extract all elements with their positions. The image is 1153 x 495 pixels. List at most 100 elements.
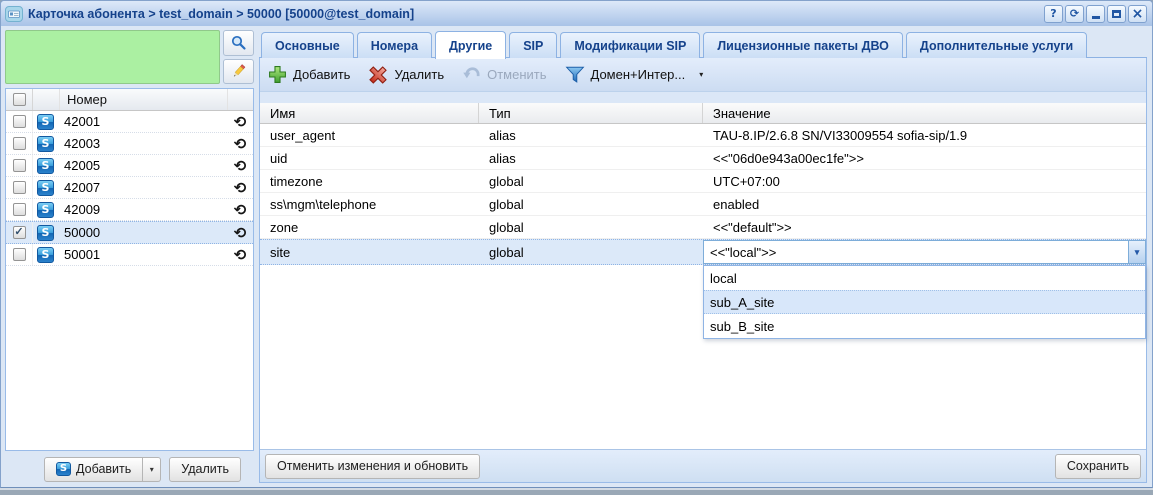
column-header-type[interactable]: Тип — [479, 103, 703, 123]
help-button[interactable]: ? — [1044, 5, 1063, 23]
toolbar-add-button[interactable]: Добавить — [268, 65, 350, 84]
add-subscriber-menu-arrow[interactable]: ▾ — [143, 457, 161, 482]
subscriber-checkbox[interactable] — [13, 159, 26, 172]
combobox-dropdown-trigger[interactable]: ▾ — [1128, 241, 1145, 263]
delete-subscriber-button[interactable]: Удалить — [169, 457, 241, 482]
subscriber-list-header[interactable]: Номер — [6, 89, 253, 111]
dropdown-option-sub_B_site[interactable]: sub_B_site — [704, 314, 1145, 338]
combobox-value: <<"local">> — [704, 245, 1128, 260]
site-dropdown: localsub_A_sitesub_B_site — [703, 265, 1146, 339]
property-row[interactable]: user_agentaliasTAU-8.IP/2.6.8 SN/VI33009… — [260, 124, 1146, 147]
history-icon[interactable]: ⟲ — [227, 113, 253, 131]
maximize-button[interactable] — [1107, 5, 1126, 23]
history-icon[interactable]: ⟲ — [227, 246, 253, 264]
panel-footer: Отменить изменения и обновить Сохранить — [260, 449, 1146, 482]
tab-Дополнительные услуги[interactable]: Дополнительные услуги — [906, 32, 1087, 58]
history-icon[interactable]: ⟲ — [227, 224, 253, 242]
pencil-icon — [230, 63, 247, 80]
window-titlebar[interactable]: Карточка абонента > test_domain > 50000 … — [1, 1, 1152, 26]
filter-menu-arrow-icon[interactable]: ▾ — [699, 70, 703, 79]
save-button[interactable]: Сохранить — [1055, 454, 1141, 479]
subscriber-checkbox-cell — [6, 177, 33, 198]
subscriber-row[interactable]: S50001⟲ — [6, 244, 253, 266]
window-icon — [5, 6, 23, 22]
search-icon — [230, 34, 247, 51]
property-row[interactable]: uidalias<<"06d0e943a00ec1fe">> — [260, 147, 1146, 170]
screen: Карточка абонента > test_domain > 50000 … — [0, 0, 1153, 495]
property-name: zone — [260, 216, 479, 238]
history-column-header — [227, 89, 253, 110]
select-all-checkbox[interactable] — [13, 93, 26, 106]
minimize-icon — [1092, 16, 1100, 19]
property-value: <<"default">> — [703, 216, 1146, 238]
column-header-value[interactable]: Значение — [703, 103, 1146, 123]
dropdown-option-local[interactable]: local — [704, 266, 1145, 290]
subscriber-checkbox[interactable] — [13, 248, 26, 261]
subscriber-number: 42003 — [64, 136, 100, 151]
subscriber-row[interactable]: S 42001 ⟲ — [6, 111, 253, 133]
tab-Основные[interactable]: Основные — [261, 32, 354, 58]
cancel-changes-button[interactable]: Отменить изменения и обновить — [265, 454, 480, 479]
property-type: global — [479, 240, 703, 264]
subscriber-checkbox[interactable]: ✓ — [13, 226, 26, 239]
close-button[interactable]: × — [1128, 5, 1147, 23]
search-button[interactable] — [223, 30, 254, 56]
domain-search-box[interactable] — [5, 30, 220, 84]
sip-subscriber-icon: S — [37, 114, 54, 130]
subscriber-row[interactable]: S42009⟲ — [6, 199, 253, 221]
tab-Другие[interactable]: Другие — [435, 31, 506, 59]
toolbar-delete-button[interactable]: Удалить — [368, 65, 444, 85]
sip-subscriber-icon: S — [56, 462, 71, 476]
toolbar-spacer — [260, 92, 1146, 103]
cancel-changes-label: Отменить изменения и обновить — [277, 459, 468, 473]
property-row[interactable]: timezoneglobalUTC+07:00 — [260, 170, 1146, 193]
value-combobox[interactable]: <<"local">> ▾ — [703, 240, 1146, 264]
property-type: alias — [479, 124, 703, 146]
subscriber-checkbox[interactable] — [13, 181, 26, 194]
column-header-name[interactable]: Имя — [260, 103, 479, 123]
page-behind-strip — [0, 487, 1153, 495]
sip-subscriber-icon: S — [37, 225, 54, 241]
subscriber-row[interactable]: S42003⟲ — [6, 133, 253, 155]
property-row[interactable]: zoneglobal<<"default">> — [260, 216, 1146, 239]
tab-SIP[interactable]: SIP — [509, 32, 557, 58]
subscriber-row[interactable]: ✓S50000⟲ — [6, 221, 253, 244]
grid-header[interactable]: Имя Тип Значение — [260, 103, 1146, 124]
history-icon[interactable]: ⟲ — [227, 135, 253, 153]
close-icon: × — [1132, 7, 1144, 21]
subscriber-row[interactable]: S42005⟲ — [6, 155, 253, 177]
window-title: Карточка абонента > test_domain > 50000 … — [28, 7, 414, 21]
toolbar-filter-button[interactable]: Домен+Интер... ▾ — [565, 65, 704, 84]
property-row[interactable]: siteglobal<<"local">> ▾ — [260, 239, 1146, 265]
history-icon[interactable]: ⟲ — [227, 157, 253, 175]
chevron-down-icon: ▾ — [1135, 247, 1140, 258]
subscriber-checkbox[interactable] — [13, 115, 26, 128]
history-icon[interactable]: ⟲ — [227, 201, 253, 219]
toolbar-cancel-label: Отменить — [487, 67, 546, 82]
toolbar-filter-label: Домен+Интер... — [591, 67, 686, 82]
subscriber-checkbox[interactable] — [13, 137, 26, 150]
refresh-button[interactable]: ⟳ — [1065, 5, 1084, 23]
subscriber-list: Номер S42001⟲S42003⟲S42005⟲S42007⟲S42009… — [5, 88, 254, 451]
history-icon[interactable]: ⟲ — [227, 179, 253, 197]
property-name: site — [260, 240, 479, 264]
number-column-header[interactable]: Номер — [60, 92, 227, 107]
property-row[interactable]: ss\mgm\telephoneglobalenabled — [260, 193, 1146, 216]
add-subscriber-button[interactable]: S Добавить — [44, 457, 143, 482]
subscriber-row[interactable]: S42007⟲ — [6, 177, 253, 199]
tab-Лицензионные пакеты ДВО[interactable]: Лицензионные пакеты ДВО — [703, 32, 903, 58]
refresh-icon: ⟳ — [1070, 7, 1079, 20]
tab-Модификации SIP[interactable]: Модификации SIP — [560, 32, 700, 58]
properties-toolbar: Добавить Удалить — [260, 58, 1146, 92]
minimize-button[interactable] — [1086, 5, 1105, 23]
edit-button[interactable] — [223, 59, 254, 85]
search-area-buttons — [223, 30, 254, 84]
tab-Номера[interactable]: Номера — [357, 32, 432, 58]
subscriber-number: 42001 — [64, 114, 100, 129]
red-cross-icon — [368, 65, 388, 85]
plus-icon — [268, 65, 287, 84]
subscriber-checkbox[interactable] — [13, 203, 26, 216]
subscriber-list-panel: Номер S42001⟲S42003⟲S42005⟲S42007⟲S42009… — [5, 30, 254, 483]
toolbar-delete-label: Удалить — [394, 67, 444, 82]
dropdown-option-sub_A_site[interactable]: sub_A_site — [704, 290, 1145, 314]
